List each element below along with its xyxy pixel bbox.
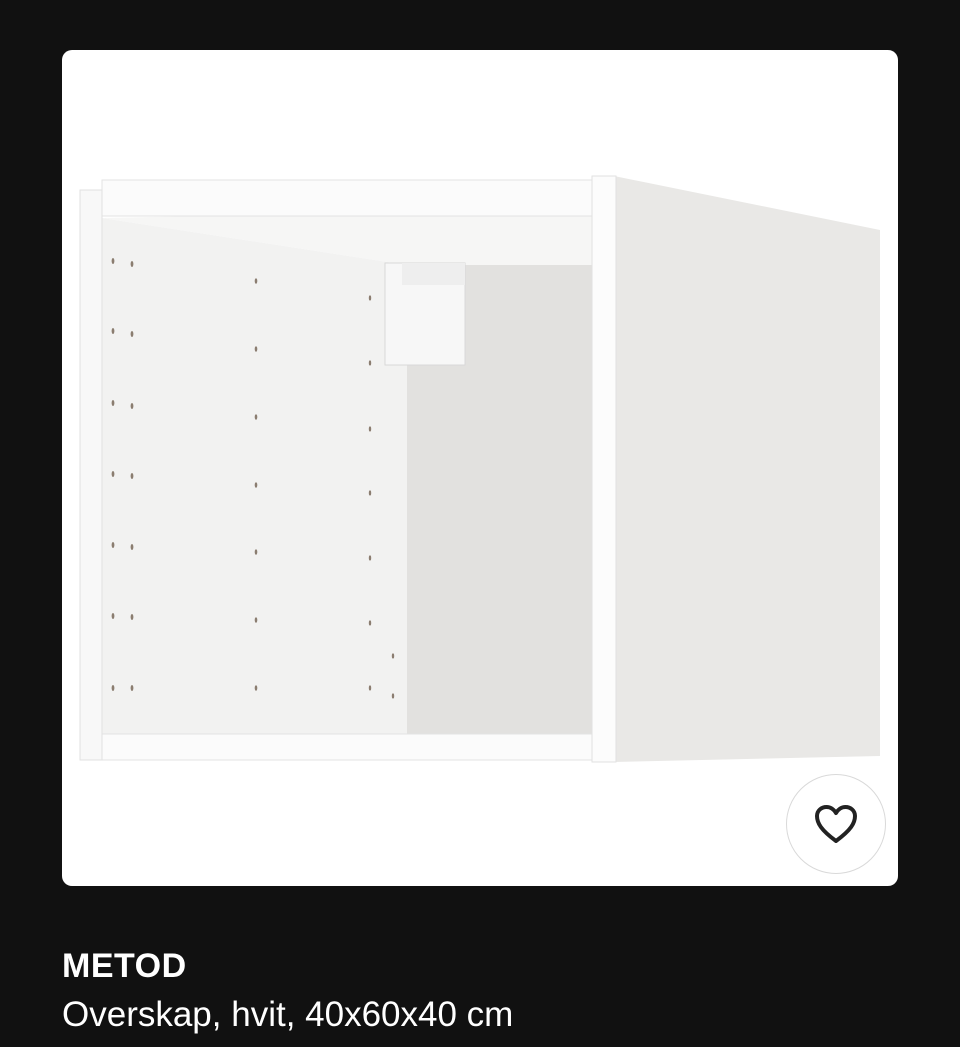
product-description: Overskap, hvit, 40x60x40 cm xyxy=(62,995,514,1034)
heart-outline-icon xyxy=(815,805,857,843)
favorite-button[interactable] xyxy=(786,774,886,874)
product-image xyxy=(79,175,880,763)
product-name[interactable]: METOD xyxy=(62,946,187,986)
product-image-card[interactable] xyxy=(62,50,898,886)
product-page: METOD Overskap, hvit, 40x60x40 cm xyxy=(0,0,960,1047)
